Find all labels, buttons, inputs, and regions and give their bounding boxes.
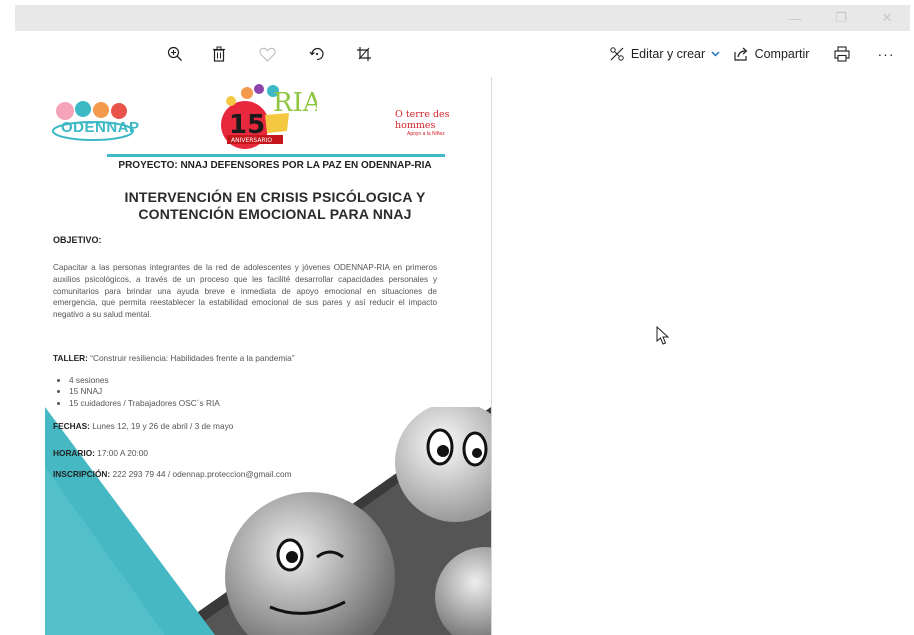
taller-line: TALLER: “Construir resiliencia: Habilida…: [53, 353, 294, 363]
trash-icon: [212, 46, 226, 62]
favorite-button[interactable]: [255, 39, 279, 69]
horario-label: HORARIO:: [53, 448, 95, 458]
rotate-icon: [309, 46, 325, 62]
project-title: PROYECTO: NNAJ DEFENSORES POR LA PAZ EN …: [118, 160, 432, 171]
odennap-logo: ODENNAP: [51, 97, 143, 141]
zoom-button[interactable]: [163, 39, 187, 69]
zoom-in-icon: [167, 46, 183, 62]
fechas-label: FECHAS:: [53, 421, 90, 431]
taller-label: TALLER:: [53, 353, 88, 363]
taller-bullet-list: 4 sesiones 15 NNAJ 15 cuidadores / Traba…: [57, 375, 220, 409]
close-button[interactable]: ✕: [864, 5, 910, 31]
header-divider: [107, 154, 445, 157]
ria-logo-text: RIA: [273, 88, 317, 118]
edit-create-button[interactable]: Editar y crear: [607, 39, 722, 69]
crop-icon: [356, 46, 372, 62]
fechas-line: FECHAS: Lunes 12, 19 y 26 de abril / 3 d…: [53, 421, 233, 431]
terre-des-hommes-logo: Ο terre des hommes Apoyo a la Niñez: [395, 109, 490, 137]
horario-line: HORARIO: 17:00 A 20:00: [53, 448, 148, 458]
share-icon: [733, 46, 749, 62]
more-options-button[interactable]: ···: [873, 39, 899, 69]
list-item: 4 sesiones: [69, 375, 220, 386]
flyer-headline: INTERVENCIÓN EN CRISIS PSICÓLOGICA Y CON…: [124, 189, 426, 222]
list-item: 15 NNAJ: [69, 386, 220, 397]
rotate-button[interactable]: [305, 39, 329, 69]
print-icon: [834, 46, 850, 62]
photos-app-window: — ❐ ✕ Editar y crear Compartir ··· ODENN…: [0, 0, 914, 635]
fechas-text: Lunes 12, 19 y 26 de abril / 3 de mayo: [92, 421, 234, 431]
ria-anniversary-logo: 15 RIA ANIVERSARIO: [217, 81, 323, 151]
crop-button[interactable]: [352, 39, 376, 69]
maximize-button[interactable]: ❐: [818, 5, 864, 31]
flyer-image: ODENNAP 15 RIA ANIVERSARIO Ο terre des h…: [45, 77, 492, 635]
inscripcion-text: 222 293 79 44 / odennap.proteccion@gmail…: [112, 469, 292, 479]
share-button[interactable]: Compartir: [731, 39, 811, 69]
chevron-down-icon: [711, 51, 720, 57]
odennap-logo-text: ODENNAP: [61, 119, 140, 136]
stress-balls-illustration: [45, 402, 491, 635]
edit-create-label: Editar y crear: [630, 47, 706, 61]
inscripcion-line: INSCRIPCIÓN: 222 293 79 44 / odennap.pro…: [53, 469, 292, 479]
objective-text: Capacitar a las personas integrantes de …: [53, 263, 437, 320]
taller-text: “Construir resiliencia: Habilidades fren…: [90, 353, 295, 363]
ria-logo-subtitle: ANIVERSARIO: [231, 137, 272, 144]
tdh-flame-icon: Ο: [395, 109, 406, 120]
edit-create-icon: [609, 46, 625, 62]
tdh-logo-subtitle: Apoyo a la Niñez: [407, 131, 445, 137]
mouse-cursor-icon: [656, 325, 670, 346]
image-viewer[interactable]: ODENNAP 15 RIA ANIVERSARIO Ο terre des h…: [15, 77, 910, 635]
minimize-button[interactable]: —: [772, 5, 818, 31]
horario-text: 17:00 A 20:00: [97, 448, 149, 458]
objective-label: OBJETIVO:: [53, 235, 102, 245]
delete-button[interactable]: [207, 39, 231, 69]
heart-icon: [258, 47, 276, 62]
print-button[interactable]: [830, 39, 854, 69]
toolbar: Editar y crear Compartir ···: [15, 31, 910, 77]
title-bar: — ❐ ✕: [15, 5, 910, 31]
share-label: Compartir: [754, 47, 810, 61]
inscripcion-label: INSCRIPCIÓN:: [53, 469, 111, 479]
